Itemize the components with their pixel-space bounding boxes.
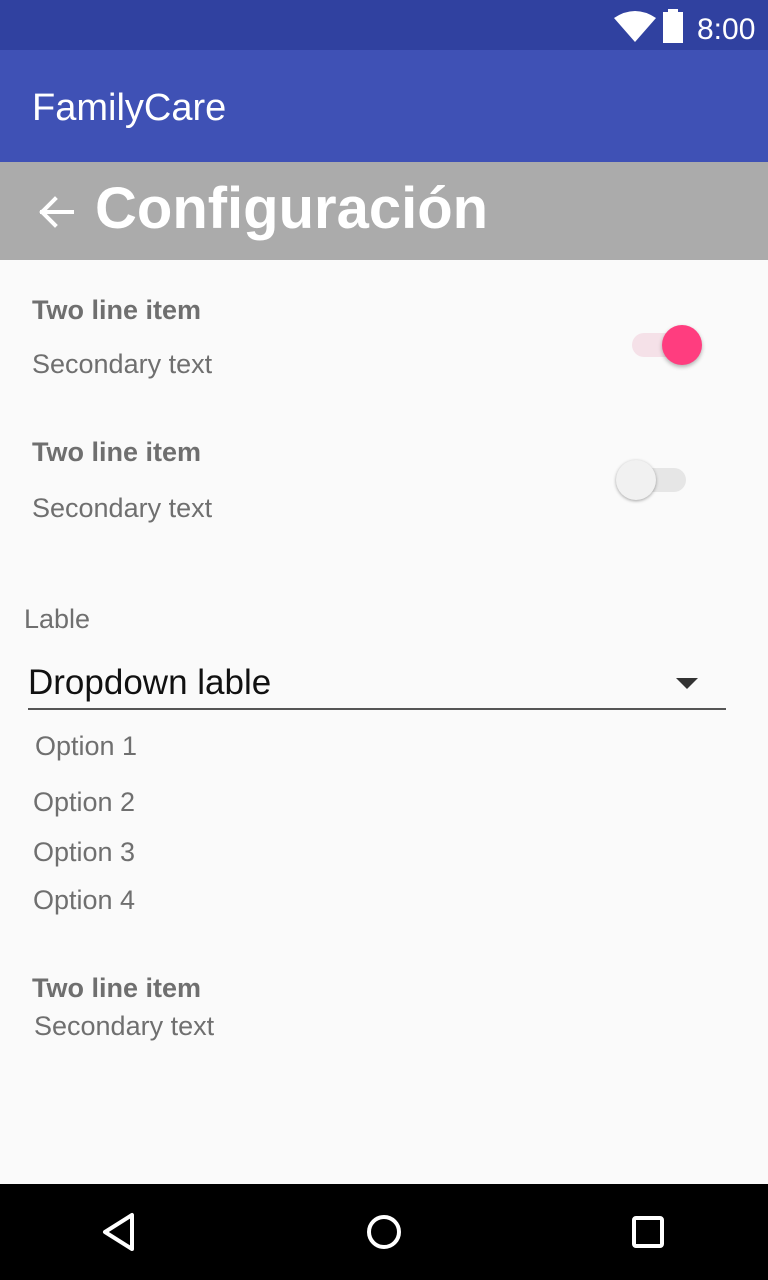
chevron-down-icon [676,678,698,689]
dropdown-option-2[interactable]: Option 2 [33,785,135,819]
setting-item-primary: Two line item [32,437,202,467]
setting-switch-1[interactable] [622,323,702,367]
status-time: 8:00 [697,13,756,46]
list-item-secondary: Secondary text [34,1011,215,1041]
setting-item-secondary: Secondary text [32,349,213,379]
app-title: FamilyCare [32,87,227,129]
dropdown-value: Dropdown lable [28,663,272,702]
recents-square-icon[interactable] [624,1208,672,1256]
back-triangle-icon[interactable] [96,1208,144,1256]
dropdown-option-1[interactable]: Option 1 [35,729,137,763]
list-item-footer: Two line item Secondary text [32,972,732,1052]
list-item-primary: Two line item [32,973,202,1003]
settings-header: Configuración [0,162,768,260]
status-bar: 8:00 [0,0,768,50]
switch-thumb [662,325,702,365]
page-title: Configuración [95,176,489,241]
dropdown-select[interactable]: Dropdown lable [28,656,726,710]
dropdown-option-3[interactable]: Option 3 [33,835,135,869]
setting-item-primary: Two line item [32,295,202,325]
arrow-back-icon[interactable] [36,192,76,232]
home-circle-icon[interactable] [360,1208,408,1256]
battery-icon [663,9,683,43]
dropdown-option-4[interactable]: Option 4 [33,883,135,917]
setting-switch-2[interactable] [616,458,696,502]
setting-item-secondary: Secondary text [32,493,213,523]
app-bar: FamilyCare [0,50,768,162]
dropdown-label: Lable [24,604,91,634]
wifi-icon [614,11,656,42]
switch-thumb [616,460,656,500]
navigation-bar [0,1184,768,1280]
